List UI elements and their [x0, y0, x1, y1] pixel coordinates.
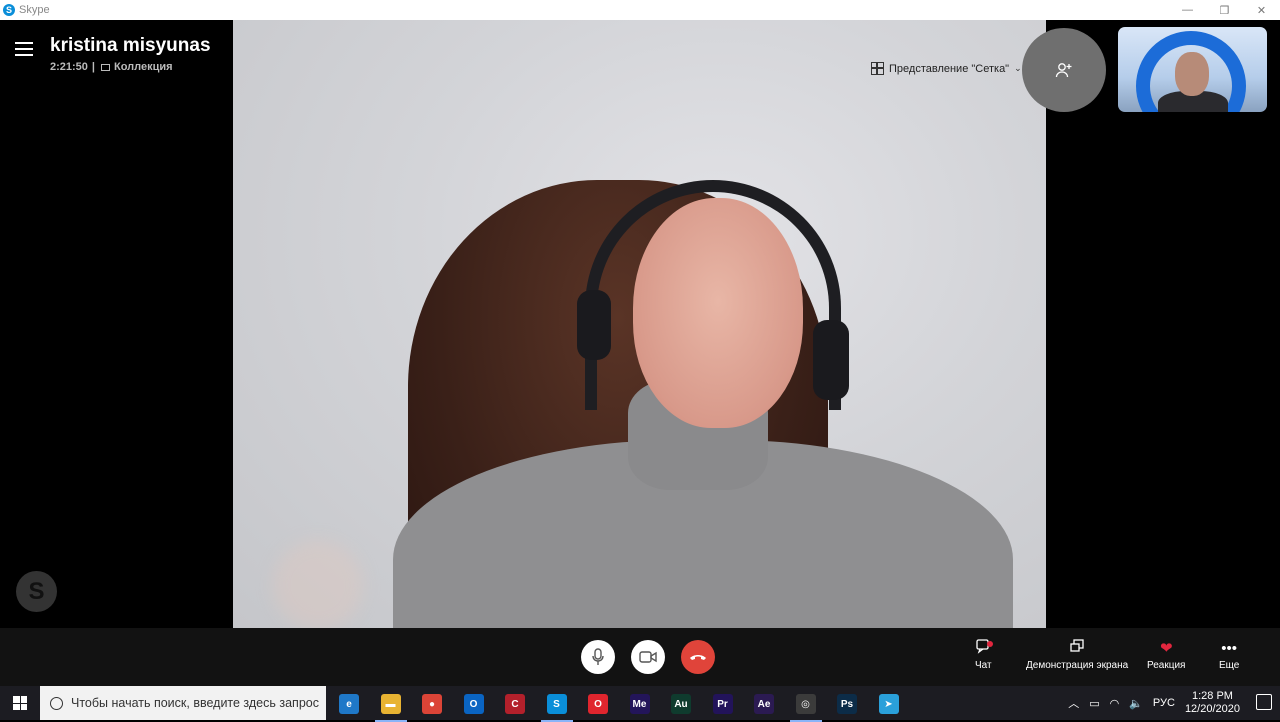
media-encoder-icon: Me — [629, 694, 650, 714]
app-red-icon: C — [505, 694, 525, 714]
skype-logo-icon: S — [3, 4, 15, 16]
obs-icon: ◎ — [795, 694, 816, 714]
video-toggle-button[interactable] — [631, 640, 665, 674]
taskbar-app-edge[interactable]: e — [331, 690, 367, 718]
chat-label: Чат — [975, 660, 992, 671]
more-label: Еще — [1219, 660, 1240, 671]
contact-name: kristina misyunas — [50, 35, 211, 56]
hang-up-icon — [690, 655, 706, 660]
taskbar-app-opera[interactable]: O — [580, 690, 616, 718]
headset-ear-right — [813, 320, 849, 400]
taskbar-app-chrome[interactable]: ● — [414, 690, 450, 718]
chat-icon — [975, 638, 994, 660]
window-title: Skype — [19, 4, 50, 16]
gallery-icon — [101, 63, 110, 71]
reaction-button[interactable]: ❤ Реакция — [1147, 638, 1185, 671]
minimize-button[interactable]: — — [1169, 0, 1206, 20]
view-mode-dropdown[interactable]: Представление "Сетка" ⌄ — [871, 62, 1022, 75]
windows-logo-icon — [13, 696, 27, 710]
chat-button[interactable]: Чат — [975, 638, 994, 671]
taskbar-app-audition[interactable]: Au — [663, 690, 699, 718]
screen-share-label: Демонстрация экрана — [1026, 660, 1129, 671]
taskbar-app-skype[interactable]: S — [539, 690, 575, 722]
grid-view-icon — [871, 62, 884, 75]
call-controls-bar: Чат Демонстрация экрана ❤ Реакция ••• Ещ… — [0, 628, 1280, 686]
taskbar-app-premiere[interactable]: Pr — [705, 690, 741, 718]
window-titlebar: S Skype — ❐ ✕ — [0, 0, 1280, 20]
headset-ear-left — [577, 290, 611, 360]
battery-icon[interactable]: ▭ — [1089, 697, 1099, 710]
more-button[interactable]: ••• Еще — [1219, 638, 1239, 671]
edge-icon: e — [339, 694, 359, 714]
action-center-icon[interactable] — [1256, 694, 1272, 710]
photoshop-icon: Ps — [837, 694, 857, 714]
audition-icon: Au — [671, 694, 691, 714]
clock[interactable]: 1:28 PM 12/20/2020 — [1185, 690, 1240, 716]
chat-notification-dot — [987, 641, 994, 647]
screen-share-icon — [1069, 638, 1085, 660]
taskbar-app-app-red[interactable]: C — [497, 690, 533, 718]
wifi-icon[interactable]: ◠ — [1110, 697, 1120, 710]
language-indicator[interactable]: РУС — [1153, 697, 1175, 709]
screen-share-button[interactable]: Демонстрация экрана — [1026, 638, 1128, 671]
meta-separator: | — [91, 61, 95, 73]
more-dots-icon: ••• — [1221, 640, 1238, 657]
reaction-label: Реакция — [1147, 660, 1186, 671]
close-button[interactable]: ✕ — [1243, 0, 1280, 20]
taskbar-app-file-explorer[interactable]: ▬ — [373, 690, 409, 722]
taskbar-search-box[interactable]: Чтобы начать поиск, введите здесь запрос — [40, 686, 326, 720]
premiere-icon: Pr — [712, 694, 733, 714]
call-meta: 2:21:50 | Коллекция — [50, 61, 173, 73]
skype-icon: S — [546, 694, 567, 714]
outlook-icon: O — [463, 694, 484, 714]
windows-taskbar: Чтобы начать поиск, введите здесь запрос… — [0, 686, 1280, 722]
skype-watermark-icon: S — [16, 571, 57, 612]
clock-date: 12/20/2020 — [1184, 703, 1240, 715]
remote-video — [233, 20, 1046, 628]
microphone-icon — [592, 648, 604, 665]
add-person-button[interactable] — [1022, 28, 1106, 112]
volume-icon[interactable]: 🔈 — [1129, 697, 1143, 710]
search-placeholder: Чтобы начать поиск, введите здесь запрос — [71, 696, 319, 710]
mute-button[interactable] — [581, 640, 615, 674]
system-tray: ︿ ▭ ◠ 🔈 РУС 1:28 PM 12/20/2020 — [1068, 686, 1240, 720]
search-icon — [50, 696, 63, 710]
after-effects-icon: Ae — [754, 694, 774, 714]
call-duration: 2:21:50 — [50, 61, 88, 73]
taskbar-app-outlook[interactable]: O — [456, 690, 492, 718]
taskbar-app-obs[interactable]: ◎ — [788, 690, 824, 722]
opera-icon: O — [588, 694, 608, 714]
end-call-button[interactable] — [681, 640, 715, 674]
tray-chevron-up-icon[interactable]: ︿ — [1068, 695, 1079, 711]
add-person-icon — [1055, 63, 1072, 78]
view-mode-label: Представление "Сетка" — [889, 62, 1010, 75]
restore-button[interactable]: ❐ — [1206, 0, 1243, 20]
self-view-head — [1175, 52, 1209, 96]
call-stage: kristina misyunas 2:21:50 | Коллекция S … — [0, 20, 1280, 628]
hamburger-menu-icon[interactable] — [15, 42, 33, 56]
taskbar-app-media-encoder[interactable]: Me — [622, 690, 658, 718]
taskbar-app-photoshop[interactable]: Ps — [829, 690, 865, 718]
gallery-link[interactable]: Коллекция — [114, 61, 173, 73]
taskbar-app-after-effects[interactable]: Ae — [746, 690, 782, 718]
telegram-icon: ➤ — [878, 694, 899, 714]
file-explorer-icon: ▬ — [380, 694, 401, 714]
clock-time: 1:28 PM — [1191, 690, 1233, 702]
chrome-icon: ● — [422, 694, 442, 714]
camera-icon — [639, 651, 657, 663]
taskbar-app-telegram[interactable]: ➤ — [871, 690, 907, 718]
heart-icon: ❤ — [1159, 640, 1173, 657]
start-button[interactable] — [0, 686, 40, 720]
chevron-down-icon: ⌄ — [1014, 63, 1022, 73]
blurred-hand — [273, 540, 363, 628]
self-video-preview[interactable] — [1118, 27, 1267, 112]
